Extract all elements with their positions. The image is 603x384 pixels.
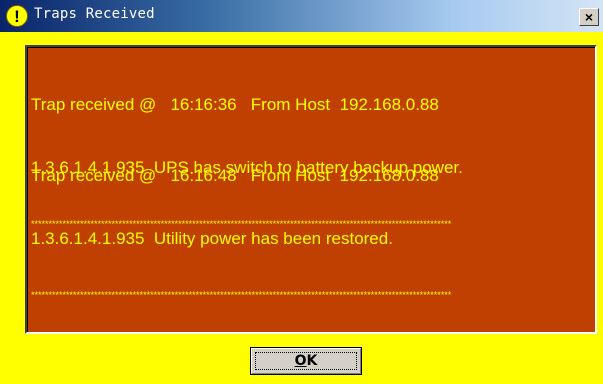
ok-mnemonic: O <box>294 353 307 369</box>
trap-separator: ****************************************… <box>31 291 452 300</box>
ok-button-label: OK <box>251 353 361 369</box>
close-button[interactable]: × <box>579 8 599 26</box>
ok-button[interactable]: OK <box>250 347 362 375</box>
traps-dialog: ! Traps Received × Trap received @ 16:16… <box>0 0 603 384</box>
trap-messages-panel[interactable]: Trap received @ 16:16:36 From Host 192.1… <box>25 45 597 334</box>
exclamation-icon: ! <box>6 5 28 27</box>
ok-label-rest: K <box>306 353 318 369</box>
trap-entry-2: Trap received @ 16:16:48 From Host 192.1… <box>31 123 535 332</box>
trap-header: Trap received @ 16:16:48 From Host 192.1… <box>31 166 439 185</box>
close-icon: × <box>584 9 594 25</box>
title-bar[interactable]: ! Traps Received × <box>0 0 603 32</box>
window-title: Traps Received <box>34 6 155 22</box>
trap-header: Trap received @ 16:16:36 From Host 192.1… <box>31 95 439 114</box>
trap-body: 1.3.6.1.4.1.935 Utility power has been r… <box>31 229 393 248</box>
trap-messages-inner: Trap received @ 16:16:36 From Host 192.1… <box>27 47 595 332</box>
